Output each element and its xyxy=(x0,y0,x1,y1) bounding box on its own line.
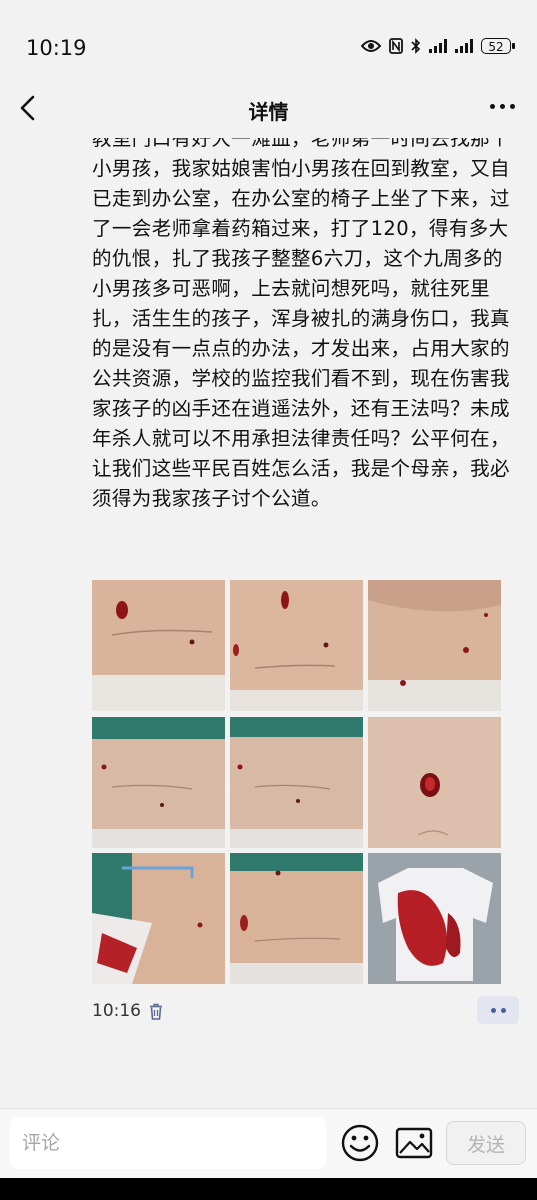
bluetooth-icon xyxy=(411,38,421,54)
battery-level: 52 xyxy=(488,40,504,54)
signal-icon xyxy=(455,39,473,53)
signal-icon xyxy=(429,39,447,53)
image-icon[interactable] xyxy=(394,1125,434,1161)
photo-grid xyxy=(92,580,501,984)
nfc-icon xyxy=(389,38,403,54)
send-button[interactable]: 发送 xyxy=(446,1121,526,1165)
screen: 10:19 52 详情 教室门口有好大一滩血，老师第一时间去找那个小男孩，我家姑… xyxy=(0,0,537,1200)
post-time: 10:16 xyxy=(92,1001,141,1021)
post-text: 教室门口有好大一滩血，老师第一时间去找那个小男孩，我家姑娘害怕小男孩在回到教室，… xyxy=(92,138,510,510)
photo-8[interactable] xyxy=(230,853,363,984)
comment-bar: 发送 xyxy=(0,1108,537,1179)
eye-icon xyxy=(361,40,381,52)
photo-9[interactable] xyxy=(368,853,501,984)
emoji-icon[interactable] xyxy=(340,1123,380,1163)
more-pill-icon[interactable] xyxy=(477,996,519,1024)
more-horizontal-icon[interactable] xyxy=(490,104,515,109)
status-time: 10:19 xyxy=(26,36,87,60)
photo-6[interactable] xyxy=(368,717,501,848)
photo-1[interactable] xyxy=(92,580,225,711)
trash-icon[interactable] xyxy=(149,1003,163,1020)
nav-bar: 详情 xyxy=(0,80,537,138)
bottom-black-bar xyxy=(0,1178,537,1200)
status-bar: 10:19 52 xyxy=(0,22,537,80)
battery-icon: 52 xyxy=(481,38,515,54)
post-meta: 10:16 xyxy=(92,998,163,1024)
photo-4[interactable] xyxy=(92,717,225,848)
photo-7[interactable] xyxy=(92,853,225,984)
photo-2[interactable] xyxy=(230,580,363,711)
photo-3[interactable] xyxy=(368,580,501,711)
page-title: 详情 xyxy=(248,100,289,124)
photo-5[interactable] xyxy=(230,717,363,848)
post-content: 教室门口有好大一滩血，老师第一时间去找那个小男孩，我家姑娘害怕小男孩在回到教室，… xyxy=(0,138,537,1108)
comment-input[interactable] xyxy=(10,1117,326,1169)
status-icons: 52 xyxy=(361,38,515,54)
